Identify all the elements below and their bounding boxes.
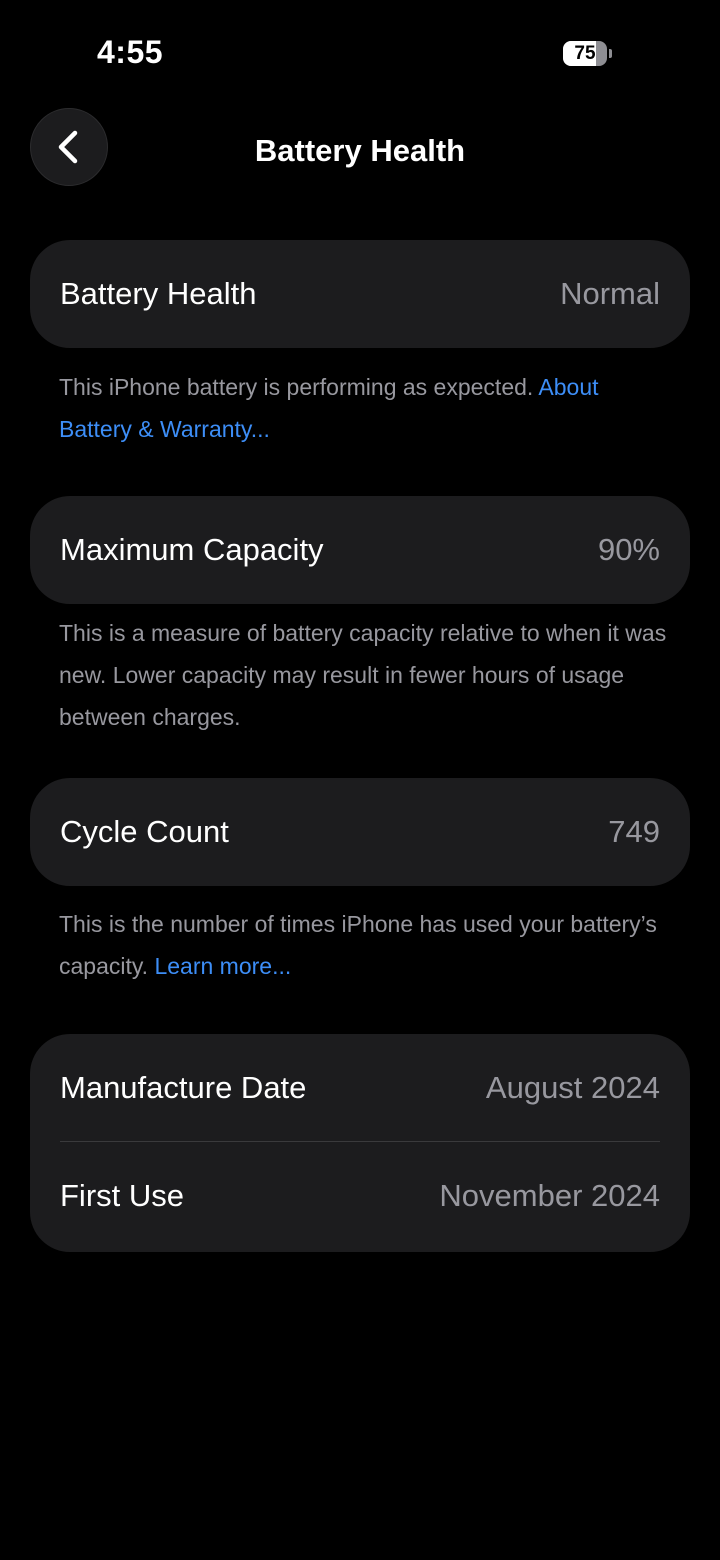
- maximum-capacity-label: Maximum Capacity: [60, 532, 324, 567]
- status-time: 4:55: [97, 34, 164, 70]
- cycle-count-footnote: This is the number of times iPhone has u…: [59, 903, 669, 987]
- learn-more-link[interactable]: Learn more...: [154, 953, 291, 979]
- cycle-count-footnote-text: This is the number of times iPhone has u…: [59, 911, 657, 979]
- manufacture-date-row: Manufacture Date August 2024: [30, 1034, 690, 1142]
- manufacture-date-label: Manufacture Date: [60, 1070, 307, 1105]
- battery-health-label: Battery Health: [60, 276, 257, 311]
- cycle-count-card: Cycle Count 749: [30, 778, 690, 886]
- battery-health-footnote-text: This iPhone battery is performing as exp…: [59, 374, 539, 400]
- first-use-row: First Use November 2024: [30, 1142, 690, 1252]
- battery-health-row: Battery Health Normal: [30, 240, 690, 348]
- battery-health-footnote: This iPhone battery is performing as exp…: [59, 366, 669, 450]
- cycle-count-value: 749: [608, 814, 660, 849]
- maximum-capacity-value: 90%: [597, 532, 660, 567]
- battery-icon: 75: [563, 41, 612, 66]
- maximum-capacity-card: Maximum Capacity 90%: [30, 496, 690, 604]
- battery-health-value: Normal: [560, 276, 660, 311]
- battery-cap: [609, 49, 612, 58]
- cycle-count-row: Cycle Count 749: [30, 778, 690, 886]
- nav-bar: Battery Health: [0, 105, 720, 195]
- manufacture-date-value: August 2024: [485, 1070, 660, 1105]
- first-use-label: First Use: [60, 1178, 184, 1213]
- battery-level-text: 75: [574, 43, 596, 64]
- first-use-value: November 2024: [439, 1178, 660, 1213]
- page-title: Battery Health: [254, 133, 466, 168]
- battery-body: 75: [563, 41, 607, 66]
- status-bar: 4:55 75: [0, 0, 720, 100]
- cycle-count-label: Cycle Count: [60, 814, 229, 849]
- maximum-capacity-footnote: This is a measure of battery capacity re…: [59, 620, 667, 730]
- battery-health-card: Battery Health Normal: [30, 240, 690, 348]
- dates-card: Manufacture Date August 2024 First Use N…: [30, 1034, 690, 1252]
- maximum-capacity-row: Maximum Capacity 90%: [30, 496, 690, 604]
